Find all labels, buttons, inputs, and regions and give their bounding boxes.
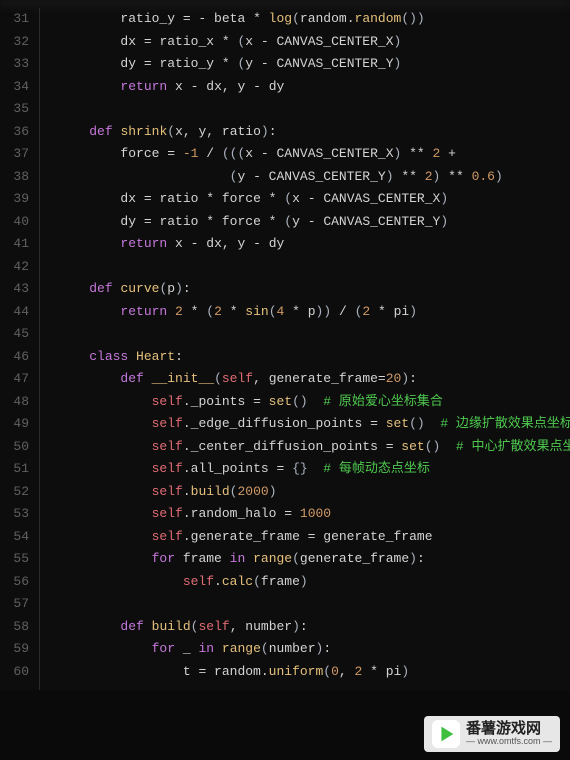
line-number: 50 bbox=[0, 436, 29, 459]
code-line[interactable]: self.all_points = {} # 每帧动态点坐标 bbox=[58, 458, 570, 481]
line-number: 36 bbox=[0, 121, 29, 144]
line-number: 47 bbox=[0, 368, 29, 391]
line-number: 51 bbox=[0, 458, 29, 481]
line-number: 57 bbox=[0, 593, 29, 616]
line-number: 58 bbox=[0, 616, 29, 639]
code-line[interactable]: dx = ratio * force * (x - CANVAS_CENTER_… bbox=[58, 188, 570, 211]
code-line[interactable]: (y - CANVAS_CENTER_Y) ** 2) ** 0.6) bbox=[58, 166, 570, 189]
code-line[interactable] bbox=[58, 98, 570, 121]
line-number: 33 bbox=[0, 53, 29, 76]
line-number: 39 bbox=[0, 188, 29, 211]
code-content[interactable]: ratio_y = - beta * log(random.random()) … bbox=[40, 8, 570, 690]
line-number: 56 bbox=[0, 571, 29, 594]
code-line[interactable]: dy = ratio_y * (y - CANVAS_CENTER_Y) bbox=[58, 53, 570, 76]
line-number: 55 bbox=[0, 548, 29, 571]
line-number: 52 bbox=[0, 481, 29, 504]
code-line[interactable]: self.build(2000) bbox=[58, 481, 570, 504]
watermark-url: — www.omtfs.com — bbox=[466, 737, 552, 747]
code-line[interactable]: return 2 * (2 * sin(4 * p)) / (2 * pi) bbox=[58, 301, 570, 324]
code-line[interactable]: dx = ratio_x * (x - CANVAS_CENTER_X) bbox=[58, 31, 570, 54]
line-number: 49 bbox=[0, 413, 29, 436]
line-number: 42 bbox=[0, 256, 29, 279]
line-number: 60 bbox=[0, 661, 29, 684]
code-line[interactable]: def shrink(x, y, ratio): bbox=[58, 121, 570, 144]
line-number: 43 bbox=[0, 278, 29, 301]
line-number-gutter: 3132333435363738394041424344454647484950… bbox=[0, 8, 40, 690]
code-line[interactable]: for _ in range(number): bbox=[58, 638, 570, 661]
code-line[interactable]: self.generate_frame = generate_frame bbox=[58, 526, 570, 549]
line-number: 37 bbox=[0, 143, 29, 166]
code-line[interactable]: self._edge_diffusion_points = set() # 边缘… bbox=[58, 413, 570, 436]
code-line[interactable]: for frame in range(generate_frame): bbox=[58, 548, 570, 571]
line-number: 32 bbox=[0, 31, 29, 54]
watermark-logo-icon bbox=[432, 720, 460, 748]
code-line[interactable]: ratio_y = - beta * log(random.random()) bbox=[58, 8, 570, 31]
code-line[interactable]: def curve(p): bbox=[58, 278, 570, 301]
line-number: 54 bbox=[0, 526, 29, 549]
code-line[interactable]: self.calc(frame) bbox=[58, 571, 570, 594]
line-number: 41 bbox=[0, 233, 29, 256]
code-line[interactable]: self.random_halo = 1000 bbox=[58, 503, 570, 526]
code-line[interactable] bbox=[58, 256, 570, 279]
code-line[interactable]: self._center_diffusion_points = set() # … bbox=[58, 436, 570, 459]
code-line[interactable] bbox=[58, 323, 570, 346]
code-line[interactable]: return x - dx, y - dy bbox=[58, 233, 570, 256]
code-line[interactable]: return x - dx, y - dy bbox=[58, 76, 570, 99]
line-number: 45 bbox=[0, 323, 29, 346]
line-number: 31 bbox=[0, 8, 29, 31]
line-number: 38 bbox=[0, 166, 29, 189]
line-number: 35 bbox=[0, 98, 29, 121]
line-number: 48 bbox=[0, 391, 29, 414]
code-line[interactable]: dy = ratio * force * (y - CANVAS_CENTER_… bbox=[58, 211, 570, 234]
code-line[interactable]: force = -1 / (((x - CANVAS_CENTER_X) ** … bbox=[58, 143, 570, 166]
code-line[interactable]: def build(self, number): bbox=[58, 616, 570, 639]
code-line[interactable]: def __init__(self, generate_frame=20): bbox=[58, 368, 570, 391]
line-number: 40 bbox=[0, 211, 29, 234]
line-number: 44 bbox=[0, 301, 29, 324]
watermark: 番薯游戏网 — www.omtfs.com — bbox=[424, 716, 560, 752]
code-line[interactable]: class Heart: bbox=[58, 346, 570, 369]
line-number: 34 bbox=[0, 76, 29, 99]
code-line[interactable] bbox=[58, 593, 570, 616]
watermark-title: 番薯游戏网 bbox=[466, 721, 552, 738]
code-line[interactable]: self._points = set() # 原始爱心坐标集合 bbox=[58, 391, 570, 414]
line-number: 53 bbox=[0, 503, 29, 526]
line-number: 59 bbox=[0, 638, 29, 661]
line-number: 46 bbox=[0, 346, 29, 369]
code-line[interactable]: t = random.uniform(0, 2 * pi) bbox=[58, 661, 570, 684]
code-editor[interactable]: 3132333435363738394041424344454647484950… bbox=[0, 0, 570, 690]
